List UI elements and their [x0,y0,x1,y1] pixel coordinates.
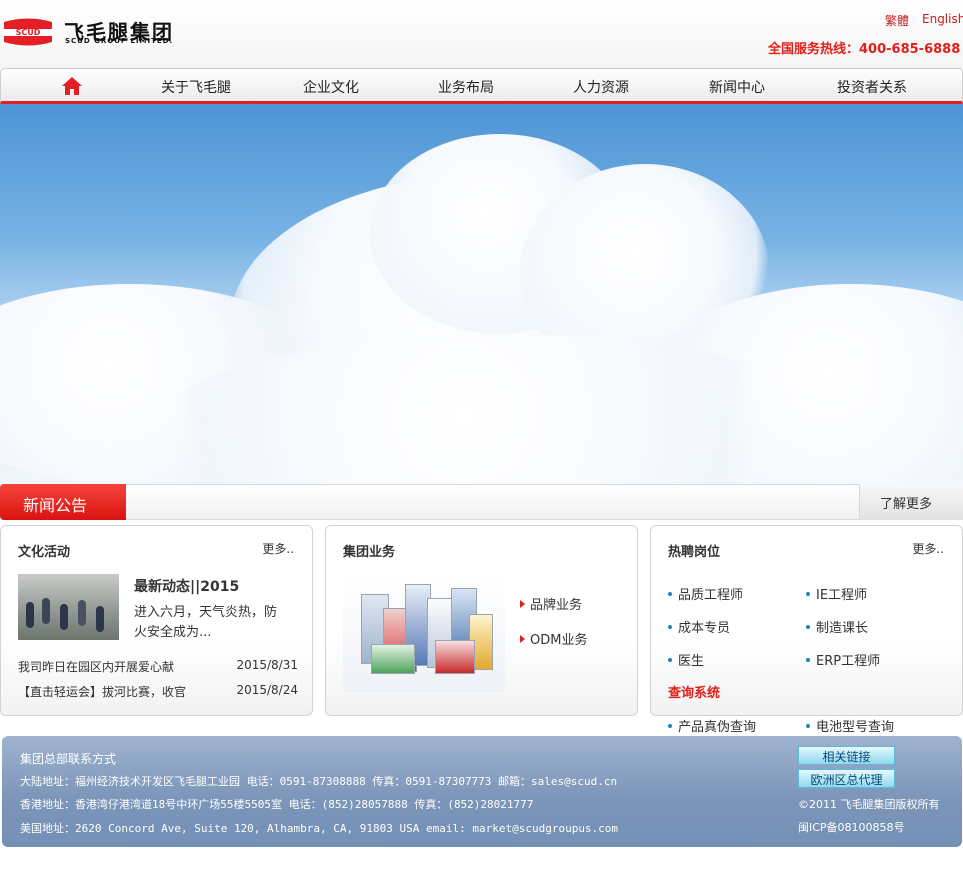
home-icon[interactable] [61,76,83,96]
site-footer: 集团总部联系方式 大陆地址：福州经济技术开发区飞毛腿工业园 电话：0591-87… [2,736,962,847]
query-item[interactable]: 电池型号查询 [806,716,894,735]
jobs-title: 热聘岗位 [668,545,721,560]
nav-item-culture[interactable]: 企业文化 [303,77,359,97]
job-label[interactable]: ERP工程师 [816,654,880,669]
scud-badge-icon: SCUD [4,18,52,46]
lang-english-link[interactable]: English [922,12,963,26]
culture-summary: 进入六月，天气炎热，防火安全成为... [134,605,278,640]
bullet-icon [806,592,810,596]
footer-title: 集团总部联系方式 [20,752,117,766]
footer-address-mainland: 大陆地址：福州经济技术开发区飞毛腿工业园 电话：0591-87308888 传真… [20,775,618,788]
job-item[interactable]: 成本专员 [668,617,730,636]
europe-agent-button[interactable]: 欧洲区总代理 [798,769,895,788]
site-header: SCUD 飞毛腿集团 SCUD GROUP LIMITED. 繁體 Englis… [0,0,963,68]
odm-business-label[interactable]: ODM业务 [530,633,587,648]
news-row-date: 2015/8/31 [236,658,298,672]
culture-more-link[interactable]: 更多.. [262,540,294,557]
news-row-title[interactable]: 我司昨日在园区内开展爱心献 [18,658,208,675]
product-image[interactable] [343,574,505,692]
bullet-icon [806,658,810,662]
footer-address-usa: 美国地址：2620 Concord Ave, Suite 120, Alhamb… [20,822,619,835]
news-row-title[interactable]: 【直击轻运会】拔河比赛，收官 [18,683,208,700]
news-row-date: 2015/8/24 [236,683,298,697]
bullet-icon [806,625,810,629]
nav-item-hr[interactable]: 人力资源 [573,77,629,97]
odm-business-link[interactable]: ODM业务 [520,629,587,648]
job-label[interactable]: 成本专员 [678,621,730,636]
job-item[interactable]: IE工程师 [806,584,867,603]
bullet-icon [668,625,672,629]
nav-item-investors[interactable]: 投资者关系 [837,77,907,97]
service-hotline: 全国服务热线：400-685-6888 [768,42,961,57]
footer-address-hongkong: 香港地址：香港湾仔港湾道18号中环广场55楼5505室 电话：(852)2805… [20,798,534,811]
brand-business-link[interactable]: 品牌业务 [520,594,582,613]
learn-more-button[interactable]: 了解更多 [859,484,963,520]
lang-traditional-link[interactable]: 繁體 [885,12,909,29]
query-label[interactable]: 电池型号查询 [816,720,894,735]
bullet-icon [806,724,810,728]
scud-logo[interactable]: SCUD 飞毛腿集团 SCUD GROUP LIMITED. [2,16,232,52]
icp-record-link[interactable]: 闽ICP备08100858号 [798,819,905,835]
job-item[interactable]: 制造课长 [806,617,868,636]
bullet-icon [668,592,672,596]
job-label[interactable]: 品质工程师 [678,588,743,603]
culture-headline[interactable]: 最新动态||2015 [134,576,239,596]
main-nav: 关于飞毛腿 企业文化 业务布局 人力资源 新闻中心 投资者关系 [0,68,963,104]
logo-badge-text: SCUD [16,28,41,37]
bullet-icon [668,724,672,728]
news-announcement-tag: 新闻公告 [0,484,126,520]
arrow-right-icon [520,635,525,643]
query-item[interactable]: 产品真伪查询 [668,716,756,735]
query-label[interactable]: 产品真伪查询 [678,720,756,735]
job-item[interactable]: 医生 [668,650,704,669]
logo-en-text: SCUD GROUP LIMITED. [65,37,174,45]
nav-item-about[interactable]: 关于飞毛腿 [161,77,231,97]
copyright-text: ©2011 飞毛腿集团版权所有 [798,798,940,811]
job-item[interactable]: 品质工程师 [668,584,743,603]
bullet-icon [668,658,672,662]
jobs-panel: 热聘岗位 更多.. 品质工程师 IE工程师 成本专员 制造课长 医生 ERP工程… [650,525,963,735]
culture-title: 文化活动 [18,545,71,560]
culture-news-thumbnail[interactable] [18,574,119,640]
brand-business-label[interactable]: 品牌业务 [530,598,582,613]
job-label[interactable]: 医生 [678,654,704,669]
nav-item-news[interactable]: 新闻中心 [709,77,765,97]
query-system-title: 查询系统 [668,686,721,701]
jobs-more-link[interactable]: 更多.. [912,540,944,557]
business-panel: 集团业务 品牌业务 ODM业务 [325,525,638,716]
job-label[interactable]: 制造课长 [816,621,868,636]
nav-item-business[interactable]: 业务布局 [438,77,494,97]
business-title: 集团业务 [343,545,396,560]
arrow-right-icon [520,600,525,608]
related-links-button[interactable]: 相关链接 [798,746,895,765]
job-label[interactable]: IE工程师 [816,588,867,603]
culture-panel: 文化活动 更多.. 最新动态||2015 进入六月，天气炎热，防火安全成为...… [0,525,313,716]
news-announcement-bar: 新闻公告 了解更多 [0,484,963,520]
job-item[interactable]: ERP工程师 [806,650,880,669]
hero-banner [0,104,963,484]
